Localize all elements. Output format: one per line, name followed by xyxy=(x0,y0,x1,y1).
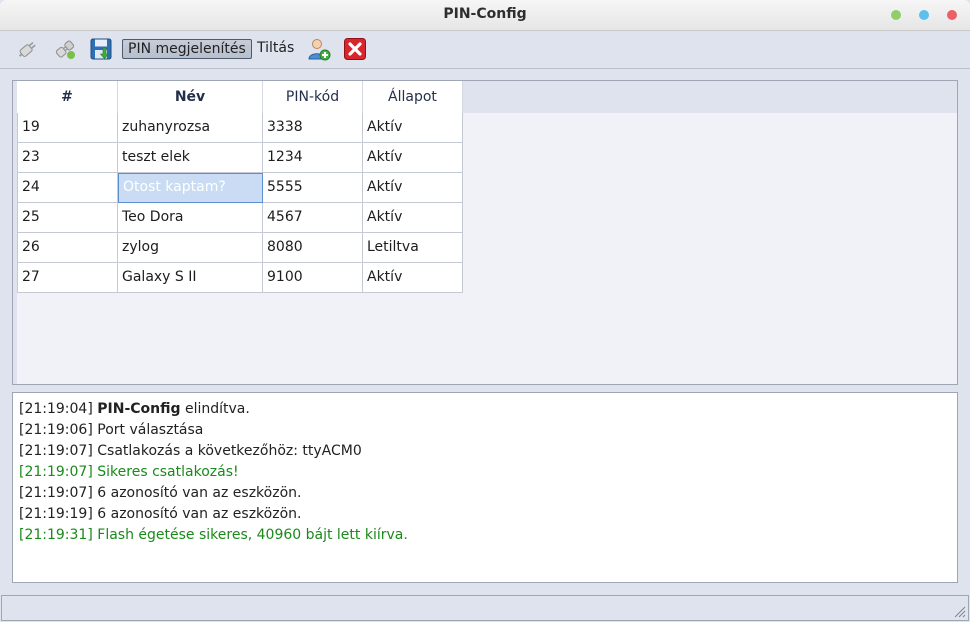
disconnect-plug-icon[interactable] xyxy=(53,37,77,61)
log-message: Port választása xyxy=(92,422,204,438)
table-row[interactable]: 26 zylog 8080 Letiltva xyxy=(17,233,463,263)
maximize-button[interactable] xyxy=(919,10,929,20)
delete-red-x-icon[interactable] xyxy=(343,37,367,61)
cell-pin[interactable]: 9100 xyxy=(263,263,363,293)
log-time: [21:19:06] xyxy=(19,422,93,438)
log-time: [21:19:04] xyxy=(19,401,93,417)
cell-pin[interactable]: 3338 xyxy=(263,113,363,143)
log-time: [21:19:31] xyxy=(19,527,93,543)
save-disk-icon[interactable] xyxy=(89,37,113,61)
block-button[interactable]: Tiltás xyxy=(252,39,299,59)
table-body: 19 zuhanyrozsa 3338 Aktív 23 teszt elek … xyxy=(17,113,463,293)
cell-name[interactable]: Galaxy S II xyxy=(118,263,263,293)
log-line: [21:19:07] Csatlakozás a következőhöz: t… xyxy=(19,441,957,462)
cell-pin[interactable]: 4567 xyxy=(263,203,363,233)
add-user-icon[interactable] xyxy=(307,37,331,61)
log-message: elindítva. xyxy=(180,401,250,417)
pin-table-panel: # Név PIN-kód Állapot 19 zuhanyrozsa 333… xyxy=(12,80,958,385)
cell-name[interactable]: Teo Dora xyxy=(118,203,263,233)
toolbar: PIN megjelenítés Tiltás xyxy=(0,31,970,69)
log-panel[interactable]: [21:19:04] PIN-Config elindítva. [21:19:… xyxy=(12,392,958,583)
log-message: 6 azonosító van az eszközön. xyxy=(92,485,302,501)
status-bar xyxy=(1,595,969,621)
log-line: [21:19:04] PIN-Config elindítva. xyxy=(19,399,957,420)
cell-number[interactable]: 25 xyxy=(17,203,118,233)
log-time: [21:19:07] xyxy=(19,443,93,459)
log-message: 6 azonosító van az eszközön. xyxy=(92,506,302,522)
resize-grip-icon[interactable] xyxy=(952,604,966,618)
cell-status[interactable]: Aktív xyxy=(363,263,463,293)
cell-status[interactable]: Aktív xyxy=(363,173,463,203)
table-row[interactable]: 25 Teo Dora 4567 Aktív xyxy=(17,203,463,233)
column-header-name[interactable]: Név xyxy=(118,81,263,113)
show-pin-toggle[interactable]: PIN megjelenítés xyxy=(122,39,252,59)
log-line: [21:19:06] Port választása xyxy=(19,420,957,441)
column-header-pin[interactable]: PIN-kód xyxy=(263,81,363,113)
title-bar: PIN-Config xyxy=(0,0,970,31)
cell-number[interactable]: 26 xyxy=(17,233,118,263)
log-message: Sikeres csatlakozás! xyxy=(92,464,239,480)
log-message: Csatlakozás a következőhöz: ttyACM0 xyxy=(92,443,362,459)
close-button[interactable] xyxy=(947,10,957,20)
cell-name[interactable]: zuhanyrozsa xyxy=(118,113,263,143)
table-row[interactable]: 23 teszt elek 1234 Aktív xyxy=(17,143,463,173)
table-row[interactable]: 24 Otost kaptam? 5555 Aktív xyxy=(17,173,463,203)
log-app-name: PIN-Config xyxy=(97,401,181,417)
cell-number[interactable]: 19 xyxy=(17,113,118,143)
table-row[interactable]: 27 Galaxy S II 9100 Aktív xyxy=(17,263,463,293)
column-header-number[interactable]: # xyxy=(17,81,118,113)
cell-pin[interactable]: 8080 xyxy=(263,233,363,263)
cell-number[interactable]: 27 xyxy=(17,263,118,293)
table-row[interactable]: 19 zuhanyrozsa 3338 Aktív xyxy=(17,113,463,143)
cell-pin[interactable]: 5555 xyxy=(263,173,363,203)
cell-pin[interactable]: 1234 xyxy=(263,143,363,173)
column-header-status[interactable]: Állapot xyxy=(363,81,463,113)
log-line: [21:19:19] 6 azonosító van az eszközön. xyxy=(19,504,957,525)
cell-status[interactable]: Aktív xyxy=(363,113,463,143)
cell-name[interactable]: zylog xyxy=(118,233,263,263)
minimize-button[interactable] xyxy=(891,10,901,20)
log-time: [21:19:07] xyxy=(19,464,93,480)
cell-name-editing[interactable]: Otost kaptam? xyxy=(118,173,263,203)
window-title: PIN-Config xyxy=(443,6,527,22)
log-line: [21:19:07] 6 azonosító van az eszközön. xyxy=(19,483,957,504)
cell-name[interactable]: teszt elek xyxy=(118,143,263,173)
table-header: # Név PIN-kód Állapot xyxy=(17,81,463,113)
log-line-success: [21:19:31] Flash égetése sikeres, 40960 … xyxy=(19,525,957,546)
cell-status[interactable]: Aktív xyxy=(363,143,463,173)
log-message: Flash égetése sikeres, 40960 bájt lett k… xyxy=(92,527,408,543)
cell-number[interactable]: 23 xyxy=(17,143,118,173)
cell-number[interactable]: 24 xyxy=(17,173,118,203)
cell-status[interactable]: Letiltva xyxy=(363,233,463,263)
log-time: [21:19:19] xyxy=(19,506,93,522)
cell-status[interactable]: Aktív xyxy=(363,203,463,233)
log-line-success: [21:19:07] Sikeres csatlakozás! xyxy=(19,462,957,483)
log-time: [21:19:07] xyxy=(19,485,93,501)
connect-plug-icon[interactable] xyxy=(16,37,40,61)
